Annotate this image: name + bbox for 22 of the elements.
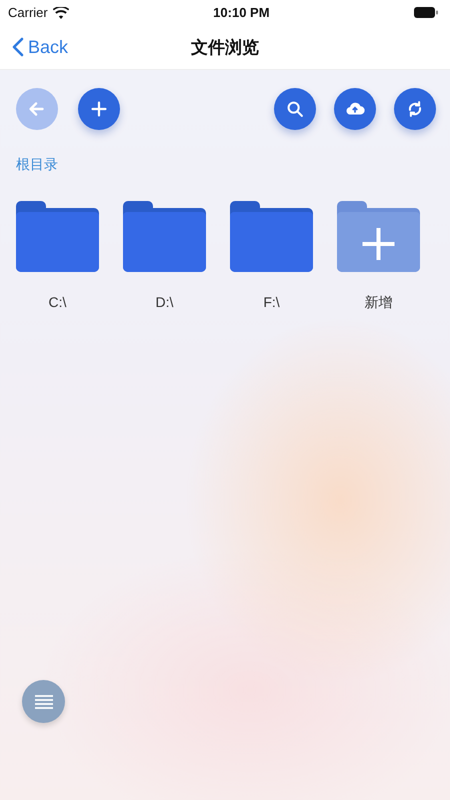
back-link[interactable]: Back bbox=[0, 36, 68, 58]
battery-icon bbox=[414, 7, 438, 18]
folder-label: C:\ bbox=[48, 294, 66, 310]
folder-icon[interactable] bbox=[123, 200, 206, 272]
breadcrumb-link[interactable]: 根目录 bbox=[16, 156, 58, 174]
page-title: 文件浏览 bbox=[191, 36, 259, 58]
folder-icon[interactable] bbox=[16, 200, 99, 272]
folder-icon[interactable] bbox=[230, 200, 313, 272]
add-button[interactable] bbox=[78, 88, 120, 130]
add-folder-label: 新增 bbox=[364, 294, 392, 312]
clock-time: 10:10 PM bbox=[213, 5, 270, 20]
carrier-label: Carrier bbox=[8, 5, 48, 20]
chevron-left-icon bbox=[12, 37, 24, 57]
folder-label: D:\ bbox=[156, 294, 174, 310]
refresh-button[interactable] bbox=[394, 88, 436, 130]
search-button[interactable] bbox=[274, 88, 316, 130]
menu-button[interactable] bbox=[22, 680, 65, 723]
add-folder-icon[interactable] bbox=[337, 200, 420, 272]
upload-button[interactable] bbox=[334, 88, 376, 130]
folder-label: F:\ bbox=[263, 294, 280, 310]
menu-icon bbox=[34, 694, 52, 708]
wifi-icon bbox=[52, 6, 69, 18]
